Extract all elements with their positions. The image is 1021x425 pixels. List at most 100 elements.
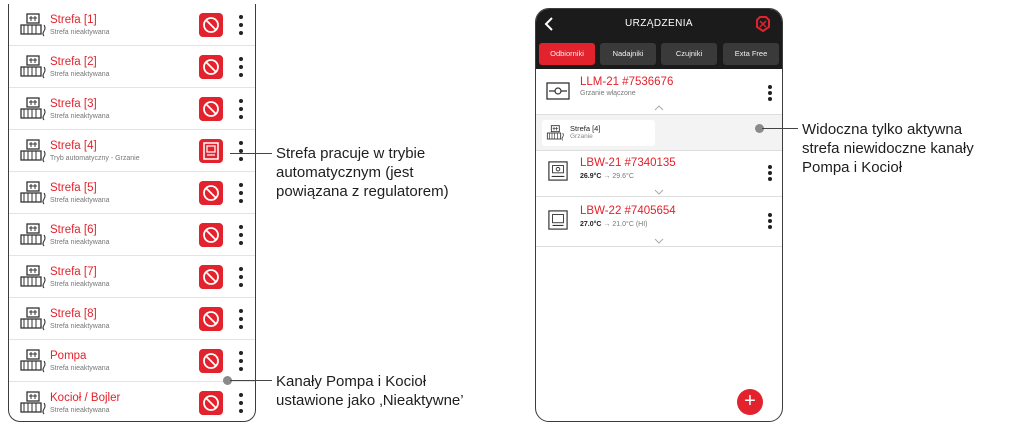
zone-inactive-button[interactable]	[199, 181, 223, 205]
zone-inactive-button[interactable]	[199, 13, 223, 37]
heating-zone-icon	[19, 13, 49, 37]
zone-name: Strefa [8]	[50, 308, 97, 320]
zone-status: Tryb automatyczny - Grzanie	[50, 155, 140, 162]
zone-inactive-button[interactable]	[199, 265, 223, 289]
screen-title: URZĄDZENIA	[625, 18, 693, 29]
zone-inactive-button[interactable]	[199, 391, 223, 415]
zone-status: Strefa nieaktywana	[50, 197, 110, 204]
zone-row[interactable]: Strefa [7] Strefa nieaktywana	[9, 256, 255, 298]
zone-name: Strefa [2]	[50, 56, 97, 68]
device-menu-button[interactable]	[767, 85, 773, 103]
zone-name: Pompa	[50, 350, 87, 362]
tab-czujniki[interactable]: Czujniki	[661, 43, 717, 65]
device-name: LBW-21 #7340135	[580, 157, 676, 169]
more-options-icon[interactable]	[237, 351, 245, 371]
target-temperature: 29.6°C	[612, 173, 634, 180]
heating-zone-icon	[19, 139, 49, 163]
zone-inactive-button[interactable]	[199, 349, 223, 373]
more-options-icon[interactable]	[237, 15, 245, 35]
zone-name: Strefa [5]	[50, 182, 97, 194]
zone-name: Strefa [6]	[50, 224, 97, 236]
device-temperature: 26.9°C → 29.6°C	[580, 173, 634, 180]
zone-name: Strefa [7]	[50, 266, 97, 278]
zone-row[interactable]: Strefa [3] Strefa nieaktywana	[9, 88, 255, 130]
device-card-lbw22[interactable]: LBW-22 #7405654 27.0°C → 21.0°C (HI)	[536, 197, 782, 247]
more-options-icon[interactable]	[237, 141, 245, 161]
temperature-arrow: →	[603, 221, 611, 228]
zone-status: Strefa nieaktywana	[50, 365, 110, 372]
more-options-icon[interactable]	[237, 309, 245, 329]
zone-status: Strefa nieaktywana	[50, 29, 110, 36]
tab-exta-free[interactable]: Exta Free	[723, 43, 779, 65]
zone-inactive-button[interactable]	[199, 97, 223, 121]
current-temperature: 26.9°C	[580, 173, 602, 180]
zone-status: Strefa nieaktywana	[50, 71, 110, 78]
zone-name: Kocioł / Bojler	[50, 392, 121, 404]
heating-zone-icon	[19, 391, 49, 415]
zone-inactive-button[interactable]	[199, 223, 223, 247]
channel-name: Strefa [4]	[570, 124, 601, 133]
channel-chip-zone-4[interactable]: Strefa [4] Grzanie	[542, 120, 655, 146]
receiver-module-icon	[546, 82, 570, 100]
callout-inactive-channels: Kanały Pompa i Kocioł ustawione jako ‚Ni…	[276, 373, 464, 409]
app-header: URZĄDZENIA	[536, 9, 782, 39]
heating-zone-icon	[19, 349, 49, 373]
heating-zone-icon	[19, 97, 49, 121]
more-options-icon[interactable]	[237, 99, 245, 119]
callout-only-active-visible: Widoczna tylko aktywna strefa niewidoczn…	[802, 121, 974, 176]
chevron-down-icon[interactable]	[654, 189, 664, 195]
chevron-up-icon[interactable]	[654, 105, 664, 111]
zone-inactive-button[interactable]	[199, 55, 223, 79]
callout-line-zone-active	[230, 153, 272, 154]
heating-zone-icon	[19, 307, 49, 331]
channel-status: Grzanie	[570, 133, 593, 140]
zone-row[interactable]: Strefa [6] Strefa nieaktywana	[9, 214, 255, 256]
zone-row[interactable]: Kocioł / Bojler Strefa nieaktywana	[9, 382, 255, 421]
device-menu-button[interactable]	[767, 213, 773, 231]
zone-status: Strefa nieaktywana	[50, 239, 110, 246]
tab-odbiorniki[interactable]: Odbiorniki	[539, 43, 595, 65]
more-options-icon[interactable]	[237, 57, 245, 77]
target-temperature: 21.0°C (HI)	[612, 221, 648, 228]
device-temperature: 27.0°C → 21.0°C (HI)	[580, 221, 647, 228]
device-name: LLM-21 #7536676	[580, 76, 674, 88]
more-options-icon[interactable]	[237, 393, 245, 413]
zone-name: Strefa [1]	[50, 14, 97, 26]
zone-status: Strefa nieaktywana	[50, 407, 110, 414]
devices-screen: URZĄDZENIA Odbiorniki Nadajniki Czujniki…	[535, 8, 783, 422]
zone-inactive-button[interactable]	[199, 307, 223, 331]
zone-row[interactable]: Strefa [2] Strefa nieaktywana	[9, 46, 255, 88]
zone-status: Strefa nieaktywana	[50, 281, 110, 288]
zone-row[interactable]: Strefa [1] Strefa nieaktywana	[9, 4, 255, 46]
callout-zone-active: Strefa pracuje w trybie automatycznym (j…	[276, 145, 449, 200]
current-temperature: 27.0°C	[580, 221, 602, 228]
device-menu-button[interactable]	[767, 165, 773, 183]
zone-row[interactable]: Strefa [8] Strefa nieaktywana	[9, 298, 255, 340]
zone-row[interactable]: Pompa Strefa nieaktywana	[9, 340, 255, 382]
zone-list-panel: Strefa [1] Strefa nieaktywana Strefa [2] St…	[8, 4, 256, 422]
controller-alert-icon[interactable]	[754, 15, 772, 33]
thermostat-panel-icon	[548, 161, 568, 181]
tab-nadajniki[interactable]: Nadajniki	[600, 43, 656, 65]
callout-line-inactive	[230, 380, 272, 381]
automatic-mode-button[interactable]	[199, 139, 223, 163]
device-status: Grzanie włączone	[580, 90, 636, 97]
heating-zone-icon	[19, 55, 49, 79]
heating-zone-icon	[19, 223, 49, 247]
heating-zone-icon	[19, 181, 49, 205]
zone-name: Strefa [3]	[50, 98, 97, 110]
device-channels: Strefa [4] Grzanie	[536, 115, 782, 151]
callout-line-active-zone	[762, 128, 798, 129]
chevron-down-icon[interactable]	[654, 238, 664, 244]
more-options-icon[interactable]	[237, 267, 245, 287]
add-device-button[interactable]: +	[737, 389, 763, 415]
more-options-icon[interactable]	[237, 225, 245, 245]
device-card-lbw21[interactable]: LBW-21 #7340135 26.9°C → 29.6°C	[536, 151, 782, 197]
zone-row[interactable]: Strefa [4] Tryb automatyczny - Grzanie	[9, 130, 255, 172]
zone-status: Strefa nieaktywana	[50, 113, 110, 120]
zone-row[interactable]: Strefa [5] Strefa nieaktywana	[9, 172, 255, 214]
heating-zone-icon	[546, 125, 564, 141]
zone-status: Strefa nieaktywana	[50, 323, 110, 330]
more-options-icon[interactable]	[237, 183, 245, 203]
device-card-llm21[interactable]: LLM-21 #7536676 Grzanie włączone	[536, 69, 782, 115]
